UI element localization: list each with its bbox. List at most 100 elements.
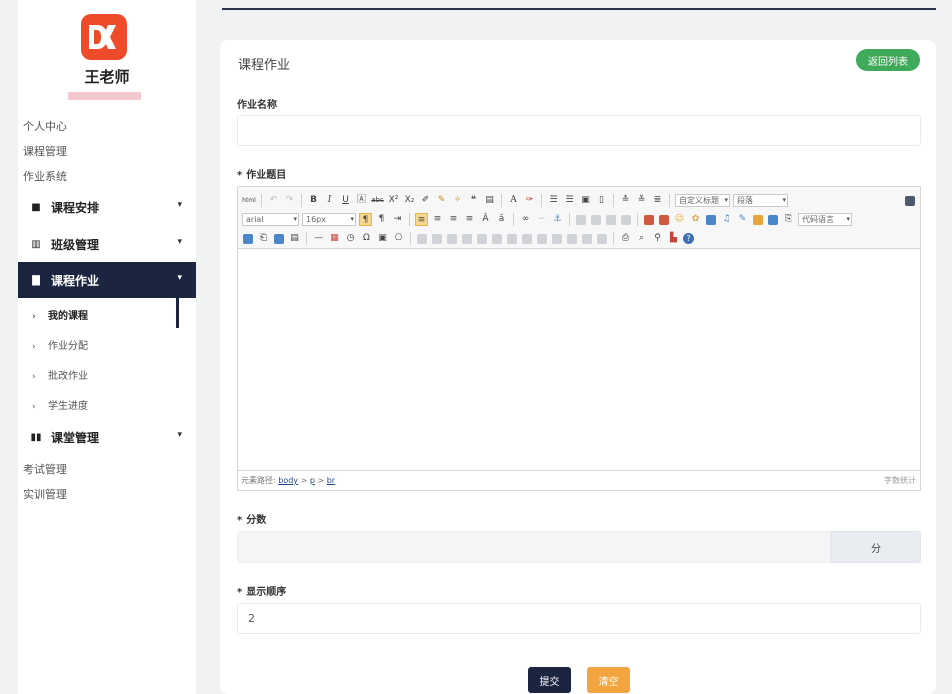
to-lowercase-icon[interactable]: ǎ xyxy=(495,213,508,226)
clear-button[interactable]: 清空 xyxy=(587,667,630,693)
split-to-cols-icon[interactable] xyxy=(597,233,607,244)
map-icon[interactable] xyxy=(753,214,763,225)
subscript-button[interactable]: X₂ xyxy=(403,194,416,207)
attachment-icon[interactable]: ✎ xyxy=(736,213,749,226)
image-left-icon[interactable] xyxy=(591,214,601,225)
help-icon[interactable]: ? xyxy=(683,233,694,244)
direction-rtl-icon[interactable]: ¶ xyxy=(375,213,388,226)
direction-ltr-icon[interactable]: ¶ xyxy=(359,213,372,226)
custom-heading-select[interactable]: 自定义标题 xyxy=(675,194,730,207)
preview-icon[interactable]: ⌕ xyxy=(635,232,648,245)
time-icon[interactable]: ◷ xyxy=(344,232,357,245)
image-center-icon[interactable] xyxy=(621,214,631,225)
sidebar-group-classroom[interactable]: ▮▮ 课堂管理 ▾ xyxy=(18,419,196,455)
simple-upload-icon[interactable] xyxy=(644,214,654,225)
insert-table-icon[interactable] xyxy=(417,233,427,244)
search-icon[interactable]: ⚲ xyxy=(651,232,664,245)
font-size-select[interactable]: 16px xyxy=(302,213,356,226)
anchor-icon[interactable]: ⚓ xyxy=(551,213,564,226)
sidebar-link-personal-center[interactable]: 个人中心 xyxy=(23,118,67,134)
to-uppercase-icon[interactable]: Â xyxy=(479,213,492,226)
merge-down-icon[interactable] xyxy=(552,233,562,244)
sidebar-group-homework[interactable]: ▇ 课程作业 ▾ xyxy=(18,262,196,298)
clear-format-icon[interactable]: ✎ xyxy=(435,194,448,207)
editor-content-area[interactable] xyxy=(238,249,920,470)
merge-cells-icon[interactable] xyxy=(522,233,532,244)
special-chars-button[interactable]: Ω xyxy=(360,232,373,245)
font-family-select[interactable]: arial xyxy=(242,213,299,226)
submit-button[interactable]: 提交 xyxy=(528,667,571,693)
align-center-icon[interactable]: ≡ xyxy=(431,213,444,226)
delete-col-icon[interactable] xyxy=(507,233,517,244)
date-icon[interactable]: ▦ xyxy=(328,232,341,245)
insert-row-icon[interactable] xyxy=(462,233,472,244)
scrawl-icon[interactable]: ✿ xyxy=(689,213,702,226)
wordimage-icon[interactable]: ▤ xyxy=(288,232,301,245)
paste-text-icon[interactable]: ▤ xyxy=(483,194,496,207)
sidebar-link-exam-mgmt[interactable]: 考试管理 xyxy=(23,461,67,477)
underline-button[interactable]: U xyxy=(339,194,352,207)
row-spacing-top-icon[interactable]: ≛ xyxy=(619,194,632,207)
sidebar-group-class-mgmt[interactable]: ▥ 班级管理 ▾ xyxy=(18,226,196,262)
highlight-color-icon[interactable]: ✑ xyxy=(523,194,536,207)
font-color-button[interactable]: A xyxy=(507,194,520,207)
emotion-icon[interactable]: ☺ xyxy=(673,213,686,226)
merge-right-icon[interactable] xyxy=(537,233,547,244)
superscript-button[interactable]: X² xyxy=(387,194,400,207)
align-left-icon[interactable]: ≡ xyxy=(415,213,428,226)
indent-icon[interactable]: ⇥ xyxy=(391,213,404,226)
ordered-list-icon[interactable]: ☰ xyxy=(547,194,560,207)
display-order-input[interactable]: 2 xyxy=(237,603,921,634)
code-language-select[interactable]: 代码语言 xyxy=(798,213,852,226)
auto-typeset-icon[interactable]: ✧ xyxy=(451,194,464,207)
insert-col-icon[interactable] xyxy=(492,233,502,244)
template-icon[interactable]: ⎗ xyxy=(257,232,270,245)
font-border-icon[interactable]: 🄰 xyxy=(355,194,368,207)
undo-icon[interactable]: ↶ xyxy=(267,194,280,207)
insert-video-icon[interactable] xyxy=(706,214,716,225)
blockquote-button[interactable]: ❝ xyxy=(467,194,480,207)
path-br-link[interactable]: br xyxy=(327,476,335,485)
format-painter-icon[interactable]: ✐ xyxy=(419,194,432,207)
delete-table-icon[interactable] xyxy=(432,233,442,244)
page-break-icon[interactable] xyxy=(243,233,253,244)
sidebar-link-training-mgmt[interactable]: 实训管理 xyxy=(23,486,67,502)
insert-code-icon[interactable]: ⎘ xyxy=(782,213,795,226)
drafts-icon[interactable]: ▙ xyxy=(667,232,680,245)
sidebar-subitem-grade[interactable]: › 批改作业 xyxy=(32,367,88,382)
html-source-button[interactable]: html xyxy=(242,194,256,207)
homework-name-input[interactable] xyxy=(237,115,921,146)
print-icon[interactable]: ⎙ xyxy=(619,232,632,245)
align-justify-icon[interactable]: ≡ xyxy=(463,213,476,226)
snapscreen-icon[interactable]: ▣ xyxy=(376,232,389,245)
sidebar-link-course-mgmt[interactable]: 课程管理 xyxy=(23,143,67,159)
image-right-icon[interactable] xyxy=(606,214,616,225)
line-height-icon[interactable]: ≣ xyxy=(651,194,664,207)
sidebar-subitem-assign[interactable]: › 作业分配 xyxy=(32,337,88,352)
unlink-icon[interactable]: ∽ xyxy=(535,213,548,226)
horizontal-rule-icon[interactable]: — xyxy=(312,232,325,245)
music-icon[interactable]: ♫ xyxy=(720,213,733,226)
sidebar-subitem-my-courses[interactable]: › 我的课程 xyxy=(32,307,88,322)
path-body-link[interactable]: body xyxy=(278,476,298,485)
italic-button[interactable]: I xyxy=(323,194,336,207)
fullscreen-icon[interactable] xyxy=(905,195,915,206)
score-input[interactable] xyxy=(237,531,831,563)
bold-button[interactable]: B xyxy=(307,194,320,207)
image-none-icon[interactable] xyxy=(576,214,586,225)
strikethrough-icon[interactable]: abc xyxy=(371,194,384,207)
select-all-icon[interactable]: ▣ xyxy=(579,194,592,207)
sidebar-group-schedule[interactable]: ■ 课程安排 ▾ xyxy=(18,189,196,225)
background-icon[interactable] xyxy=(274,233,284,244)
unordered-list-icon[interactable]: ☰ xyxy=(563,194,576,207)
insert-frame-icon[interactable] xyxy=(768,214,778,225)
link-icon[interactable]: ∞ xyxy=(519,213,532,226)
search-replace-icon[interactable]: ⎔ xyxy=(392,232,405,245)
back-to-list-button[interactable]: 返回列表 xyxy=(856,49,920,71)
clear-doc-icon[interactable]: ▯ xyxy=(595,194,608,207)
align-right-icon[interactable]: ≡ xyxy=(447,213,460,226)
split-to-cells-icon[interactable] xyxy=(567,233,577,244)
paragraph-select[interactable]: 段落 xyxy=(733,194,788,207)
redo-icon[interactable]: ↷ xyxy=(283,194,296,207)
split-to-rows-icon[interactable] xyxy=(582,233,592,244)
